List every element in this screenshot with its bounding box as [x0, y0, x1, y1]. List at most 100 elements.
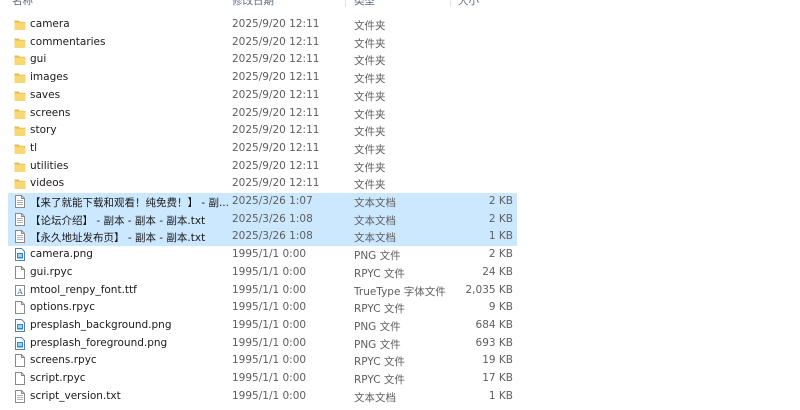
generic-file-icon — [14, 354, 26, 368]
file-name[interactable]: gui — [30, 53, 230, 65]
file-date: 1995/1/1 0:00 — [232, 248, 307, 261]
png-file-icon — [14, 248, 26, 262]
file-row[interactable]: camera 2025/9/20 12:11 文件夹 — [8, 16, 517, 34]
file-date: 2025/9/20 12:11 — [232, 71, 320, 84]
file-name[interactable]: images — [30, 71, 230, 83]
file-date: 2025/3/26 1:08 — [232, 230, 313, 243]
file-row[interactable]: tl 2025/9/20 12:11 文件夹 — [8, 140, 517, 158]
svg-text:A: A — [16, 288, 23, 296]
file-date: 2025/9/20 12:11 — [232, 141, 320, 154]
file-size: 2,035 KB — [465, 283, 514, 296]
folder-icon — [14, 18, 26, 31]
file-row[interactable]: videos 2025/9/20 12:11 文件夹 — [8, 175, 517, 193]
file-size: 1 KB — [488, 230, 513, 243]
folder-icon — [14, 89, 26, 102]
file-row[interactable]: gui 2025/9/20 12:11 文件夹 — [8, 51, 517, 69]
file-date: 2025/9/20 12:11 — [232, 177, 320, 190]
file-type: 文件夹 — [354, 126, 386, 139]
file-name[interactable]: presplash_background.png — [30, 319, 230, 331]
folder-icon — [14, 107, 26, 120]
generic-file-icon — [14, 372, 26, 385]
file-date: 1995/1/1 0:00 — [232, 301, 307, 314]
file-date: 2025/9/20 12:11 — [232, 53, 320, 66]
file-name[interactable]: gui.rpyc — [30, 266, 230, 278]
file-date: 1995/1/1 0:00 — [232, 265, 307, 278]
file-row[interactable]: commentaries 2025/9/20 12:11 文件夹 — [8, 34, 517, 52]
file-date: 2025/9/20 12:11 — [232, 88, 320, 101]
file-name[interactable]: 【论坛介绍】 - 副本 - 副本 - 副本.txt — [30, 213, 230, 228]
column-name-header[interactable]: 名称 — [12, 0, 33, 8]
file-name[interactable]: mtool_renpy_font.ttf — [30, 284, 230, 296]
file-date: 2025/9/20 12:11 — [232, 124, 320, 137]
folder-icon — [14, 142, 26, 155]
file-row[interactable]: options.rpyc 1995/1/1 0:00 RPYC 文件 9 KB — [8, 299, 517, 317]
file-size: 1 KB — [488, 389, 513, 402]
column-divider[interactable] — [345, 0, 346, 7]
text-doc-icon — [14, 230, 26, 244]
file-type: 文件夹 — [354, 73, 386, 86]
file-type: 文件夹 — [354, 179, 386, 192]
file-name[interactable]: 【来了就能下载和观看！纯免费！】 - 副... — [30, 195, 230, 210]
file-date: 1995/1/1 0:00 — [232, 283, 307, 296]
file-name[interactable]: options.rpyc — [30, 301, 230, 313]
file-row[interactable]: camera.png 1995/1/1 0:00 PNG 文件 2 KB — [8, 246, 517, 264]
file-row[interactable]: Amtool_renpy_font.ttf 1995/1/1 0:00 TrueTy… — [8, 282, 517, 300]
file-row[interactable]: screens 2025/9/20 12:11 文件夹 — [8, 105, 517, 123]
file-size: 2 KB — [488, 212, 513, 225]
file-row[interactable]: gui.rpyc 1995/1/1 0:00 RPYC 文件 24 KB — [8, 264, 517, 282]
file-name[interactable]: 【永久地址发布页】 - 副本 - 副本.txt — [30, 230, 230, 245]
file-name[interactable]: camera.png — [30, 248, 230, 260]
file-row[interactable]: 【来了就能下载和观看！纯免费！】 - 副... 2025/3/26 1:07 文本文… — [8, 193, 517, 211]
column-date-header[interactable]: 修改日期 — [232, 0, 274, 8]
generic-file-icon — [14, 301, 26, 315]
file-row[interactable]: images 2025/9/20 12:11 文件夹 — [8, 69, 517, 87]
file-name[interactable]: script_version.txt — [30, 390, 230, 402]
file-name[interactable]: videos — [30, 177, 230, 189]
file-size: 2 KB — [488, 195, 513, 207]
file-date: 2025/3/26 1:08 — [232, 212, 313, 225]
file-row[interactable]: 【永久地址发布页】 - 副本 - 副本.txt 2025/3/26 1:08 文本文… — [8, 228, 517, 247]
file-name[interactable]: presplash_foreground.png — [30, 337, 230, 349]
column-size-header[interactable]: 大小 — [458, 0, 479, 8]
file-name[interactable]: tl — [30, 142, 230, 154]
folder-icon — [14, 71, 26, 84]
column-divider[interactable] — [450, 0, 451, 7]
file-date: 1995/1/1 0:00 — [232, 354, 307, 367]
file-row[interactable]: script.rpyc 1995/1/1 0:00 RPYC 文件 17 KB — [8, 370, 517, 388]
file-name[interactable]: commentaries — [30, 36, 230, 48]
file-name[interactable]: screens.rpyc — [30, 354, 230, 366]
column-header: 名称 修改日期 类型 大小 — [0, 0, 800, 9]
file-row[interactable]: 【论坛介绍】 - 副本 - 副本 - 副本.txt 2025/3/26 1:08 文… — [8, 210, 517, 229]
folder-icon — [14, 177, 26, 190]
file-name[interactable]: story — [30, 124, 230, 136]
folder-icon — [14, 53, 26, 66]
column-type-header[interactable]: 类型 — [354, 0, 375, 8]
text-doc-icon — [14, 212, 26, 226]
folder-icon — [14, 160, 26, 173]
text-doc-icon — [14, 195, 26, 208]
folder-icon — [14, 36, 26, 49]
file-type: 文件夹 — [354, 90, 386, 103]
file-date: 2025/9/20 12:11 — [232, 159, 320, 172]
file-row[interactable]: story 2025/9/20 12:11 文件夹 — [8, 122, 517, 140]
file-row[interactable]: utilities 2025/9/20 12:11 文件夹 — [8, 158, 517, 176]
file-row[interactable]: saves 2025/9/20 12:11 文件夹 — [8, 87, 517, 105]
file-name[interactable]: saves — [30, 89, 230, 101]
file-type: 文件夹 — [354, 143, 386, 156]
png-file-icon — [14, 336, 26, 350]
file-date: 2025/9/20 12:11 — [232, 35, 320, 48]
file-name[interactable]: camera — [30, 18, 230, 30]
file-size: 24 KB — [482, 265, 513, 278]
folder-icon — [14, 124, 26, 137]
file-row[interactable]: presplash_foreground.png 1995/1/1 0:00 PNG… — [8, 335, 517, 353]
file-name[interactable]: script.rpyc — [30, 372, 230, 384]
file-row[interactable]: presplash_background.png 1995/1/1 0:00 PNG… — [8, 317, 517, 335]
file-size: 17 KB — [482, 372, 513, 384]
png-file-icon — [14, 318, 26, 332]
file-row[interactable]: script_version.txt 1995/1/1 0:00 文本文档 1 KB — [8, 388, 517, 406]
file-name[interactable]: utilities — [30, 160, 230, 172]
file-size: 684 KB — [475, 318, 513, 331]
file-name[interactable]: screens — [30, 107, 230, 119]
file-row[interactable]: screens.rpyc 1995/1/1 0:00 RPYC 文件 19 KB — [8, 352, 517, 370]
file-date: 2025/9/20 12:11 — [232, 106, 320, 119]
